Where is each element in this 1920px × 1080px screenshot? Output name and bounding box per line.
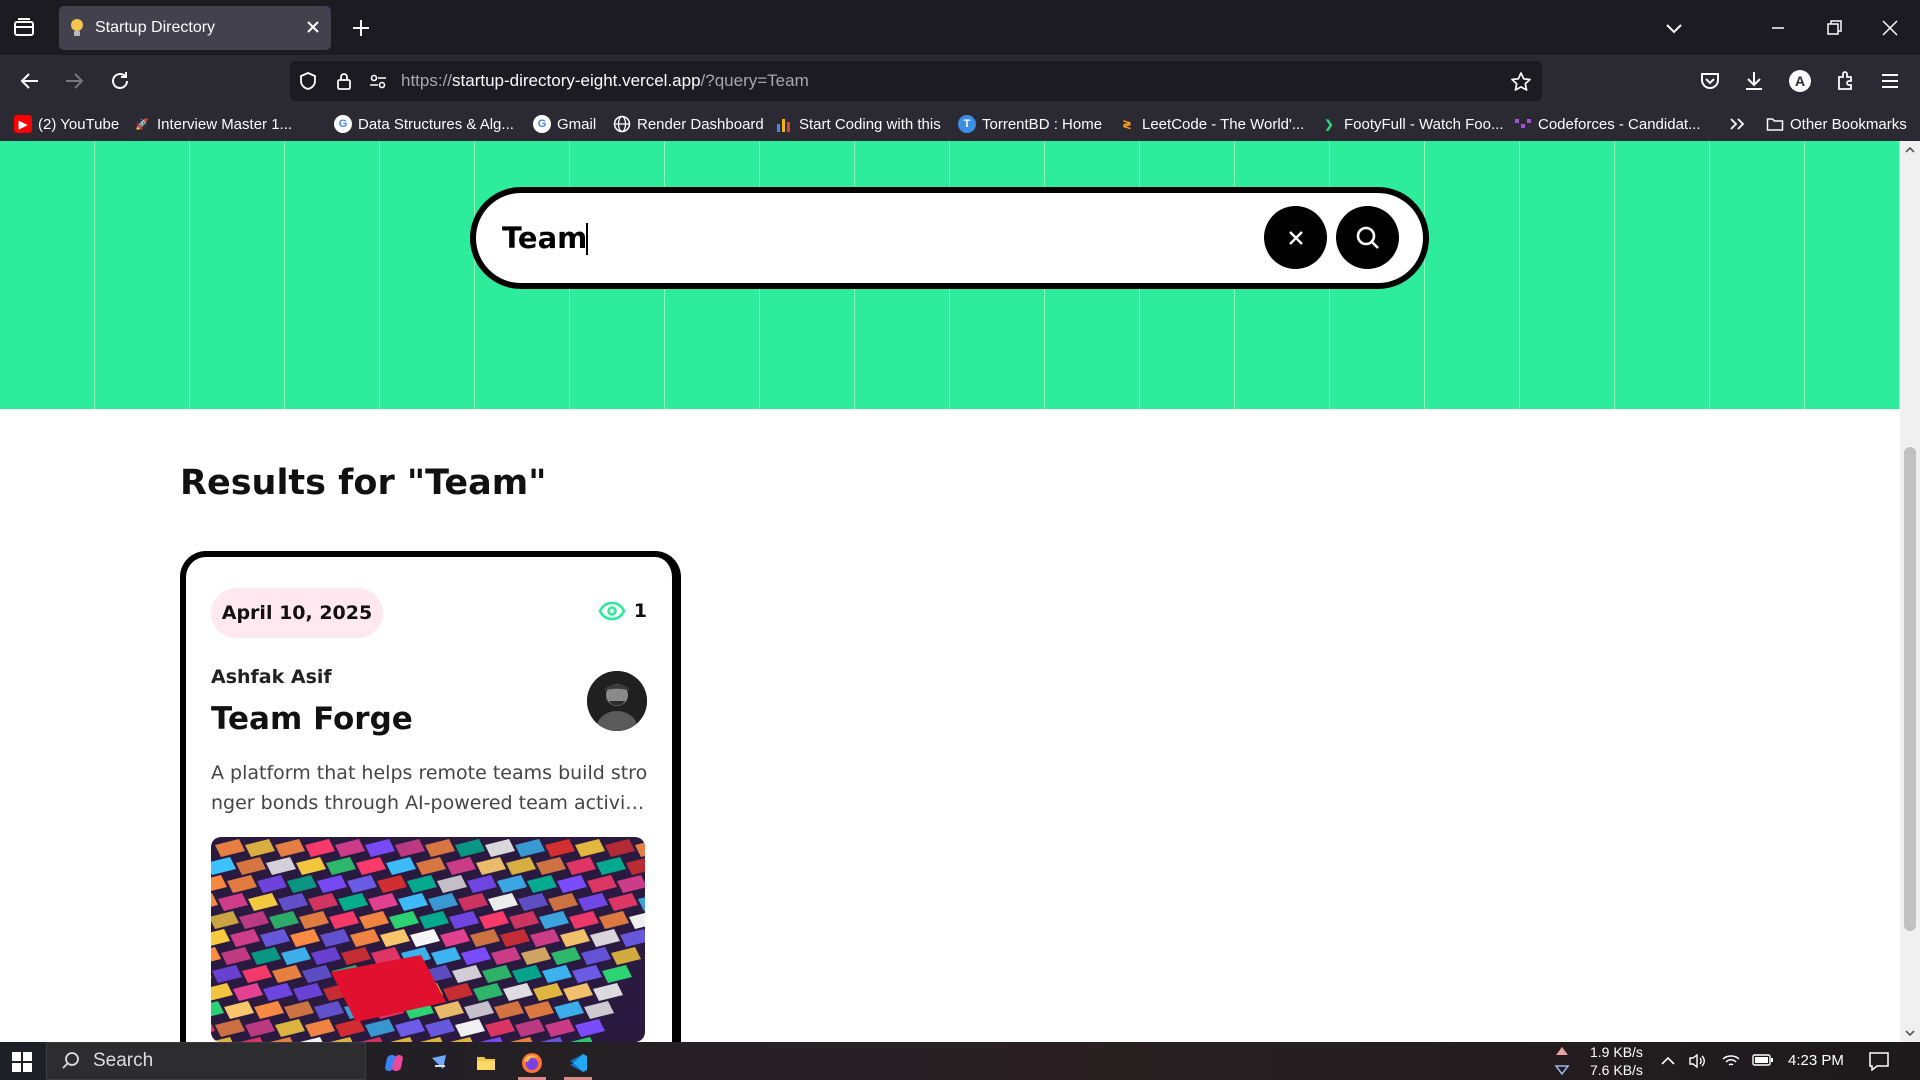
bookmark-star-icon[interactable] [1510,71,1532,93]
startup-title[interactable]: Team Forge [211,701,413,737]
search-icon [61,1051,81,1071]
search-icon [1355,225,1381,251]
lightbulb-icon [69,18,85,38]
author-name[interactable]: Ashfak Asif [211,666,332,688]
terminal-icon[interactable] [420,1046,460,1080]
bookmarks-toolbar: ▶ (2) YouTube 🚀 Interview Master 1... G … [0,107,1920,141]
vscode-icon[interactable] [558,1046,598,1080]
clock-time[interactable]: 4:23 PM [1788,1052,1844,1069]
download-speed: 7.6 KB/s [1590,1062,1643,1078]
folder-icon [1766,115,1784,133]
startup-card[interactable]: April 10, 2025 1 Ashfak Asif Team Forge … [180,551,681,1042]
tab-startup-directory[interactable]: Startup Directory [59,6,331,50]
restore-icon[interactable] [1822,16,1846,40]
url-text[interactable]: https://startup-directory-eight.vercel.a… [401,71,809,91]
firefox-icon[interactable] [512,1046,552,1080]
search-form [470,187,1429,289]
pocket-icon[interactable] [1698,69,1722,93]
list-all-tabs-icon[interactable] [1662,16,1686,40]
copilot-icon[interactable] [374,1046,414,1080]
search-submit-button[interactable] [1336,206,1399,269]
eye-icon [598,601,626,621]
scroll-down-arrow-icon[interactable] [1904,1028,1916,1038]
date-badge: April 10, 2025 [211,588,383,638]
views-count: 1 [633,600,647,622]
notifications-icon[interactable] [1868,1051,1890,1071]
address-bar[interactable]: https://startup-directory-eight.vercel.a… [290,61,1542,101]
scrollbar-thumb[interactable] [1904,447,1916,931]
reload-icon[interactable] [108,69,132,93]
browser-navigation-bar: https://startup-directory-eight.vercel.a… [0,55,1920,107]
globe-icon [613,115,631,133]
hamburger-menu-icon[interactable] [1878,69,1902,93]
shield-icon[interactable] [298,71,318,91]
text-caret [586,223,588,255]
rocket-icon: 🚀 [135,118,149,131]
bar-chart-icon [775,115,793,133]
bookmark-codeforces[interactable]: Codeforces - Candidat... [1514,113,1701,135]
bookmark-footyfull[interactable]: ❯ FootyFull - Watch Foo... [1320,113,1503,135]
leetcode-icon: ≷ [1122,118,1132,131]
bookmark-interview-master[interactable]: 🚀 Interview Master 1... [133,113,292,135]
lock-icon[interactable] [334,71,354,91]
site-permissions-icon[interactable] [368,71,388,91]
file-explorer-icon[interactable] [466,1046,506,1080]
tab-list-icon[interactable] [12,16,38,40]
page-viewport: Results for "Team" April 10, 2025 1 Ashf… [0,141,1900,1042]
google-icon: G [334,115,352,133]
network-download-icon [1554,1064,1570,1076]
page-scrollbar[interactable] [1900,141,1920,1042]
codeforces-icon [1514,115,1532,133]
bookmark-start-coding[interactable]: Start Coding with this [775,113,941,135]
browser-tab-bar: Startup Directory [0,0,1920,55]
bookmark-gmail[interactable]: G Gmail [533,113,596,135]
youtube-icon: ▶ [14,115,32,133]
torrent-icon: T [958,115,976,133]
startup-description: A platform that helps remote teams build… [211,762,650,814]
google-icon: G [533,115,551,133]
bookmark-render-dashboard[interactable]: Render Dashboard [613,113,764,135]
views-counter: 1 [598,600,647,622]
extensions-icon[interactable] [1834,69,1858,93]
svg-text:A: A [1795,73,1805,89]
close-tab-icon[interactable] [305,19,321,35]
search-input[interactable] [502,211,1222,265]
results-heading: Results for "Team" [180,463,547,503]
new-tab-icon[interactable] [349,16,373,40]
other-bookmarks-folder[interactable]: Other Bookmarks [1766,113,1907,135]
downloads-icon[interactable] [1742,69,1766,93]
show-hidden-icons-chevron-icon[interactable] [1660,1053,1676,1069]
bookmark-torrentbd[interactable]: T TorrentBD : Home [958,113,1102,135]
author-avatar[interactable] [587,671,647,731]
more-bookmarks-chevron-icon[interactable] [1728,113,1746,135]
upload-speed: 1.9 KB/s [1590,1044,1643,1060]
clear-search-button[interactable] [1264,206,1327,269]
minimize-icon[interactable] [1766,16,1790,40]
tab-title: Startup Directory [95,19,216,36]
hero-section [0,141,1900,409]
windows-start-icon[interactable] [12,1052,32,1072]
volume-icon[interactable] [1688,1053,1706,1069]
windows-taskbar: Search 1.9 KB/s 7.6 KB/s 4:23 PM [0,1042,1920,1080]
footy-icon: ❯ [1324,118,1334,131]
battery-icon[interactable] [1752,1053,1774,1067]
network-upload-icon [1554,1045,1570,1057]
scroll-up-arrow-icon[interactable] [1904,145,1916,155]
taskbar-search-box[interactable]: Search [46,1042,366,1080]
close-icon [1286,228,1306,248]
account-avatar-icon[interactable]: A [1788,69,1812,93]
back-arrow-icon[interactable] [18,69,42,93]
forward-arrow-icon[interactable] [62,69,86,93]
wifi-icon[interactable] [1722,1053,1740,1069]
bookmark-data-structures[interactable]: G Data Structures & Alg... [334,113,514,135]
bookmark-leetcode[interactable]: ≷ LeetCode - The World'... [1118,113,1304,135]
bookmark-youtube[interactable]: ▶ (2) YouTube [14,113,119,135]
startup-image[interactable] [211,837,645,1042]
close-window-icon[interactable] [1878,16,1902,40]
